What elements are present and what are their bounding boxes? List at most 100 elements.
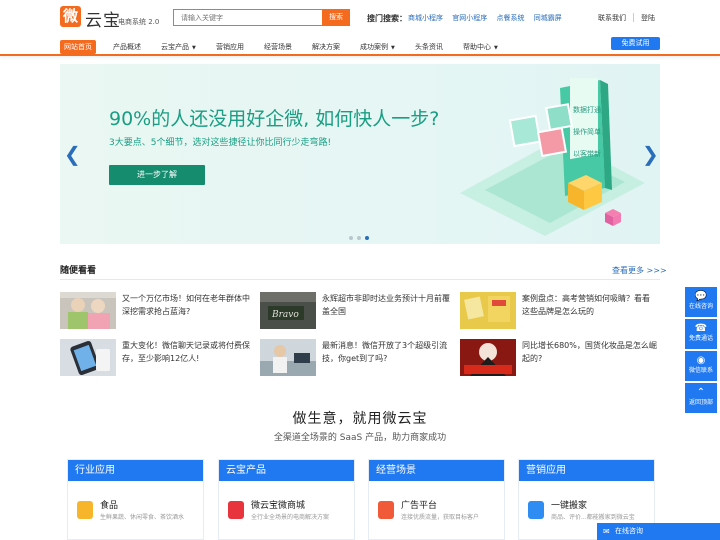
divider: [60, 279, 660, 280]
article-title[interactable]: 案例盘点：高考营销如何吸睛？看看这些品牌是怎么玩的: [522, 292, 657, 318]
side-label: 微信联系: [688, 367, 713, 374]
logo-subtitle: 电商系统 2.0: [118, 18, 160, 26]
login-link[interactable]: 登陆: [641, 13, 655, 23]
nav-item-home[interactable]: 网站首页: [60, 40, 96, 54]
side-label: 免费通话: [688, 335, 713, 342]
banner-title: 90%的人还没用好企微, 如何快人一步?: [109, 108, 440, 130]
article-thumbnail[interactable]: [260, 339, 316, 376]
banner-subtitle: 3大要点、5个细节，选对这些捷径让你比同行少走弯路!: [109, 138, 332, 148]
card-header[interactable]: 行业应用: [68, 460, 203, 481]
nav-item-solutions[interactable]: 解决方案: [312, 40, 340, 54]
side-wechat[interactable]: ◉ 微信联系: [685, 351, 717, 381]
hot-link[interactable]: 官网小程序: [452, 14, 487, 22]
nav-item-cases[interactable]: 成功案例 ▼: [360, 40, 395, 54]
side-free-call[interactable]: ☎ 免费通话: [685, 319, 717, 349]
card-header[interactable]: 营销应用: [519, 460, 654, 481]
carousel-next-icon[interactable]: ❯: [642, 144, 659, 164]
search-button[interactable]: 搜索: [322, 9, 350, 26]
contact-link[interactable]: 联系我们: [598, 13, 626, 23]
hero-banner[interactable]: 90%的人还没用好企微, 如何快人一步? 3大要点、5个细节，选对这些捷径让你比…: [60, 64, 660, 244]
phone-line: 以客带新: [573, 149, 601, 158]
learn-more-button[interactable]: 进一步了解: [109, 165, 205, 185]
article-title[interactable]: 重大变化！微信聊天记录或将付费保存，至少影响12亿人!: [122, 339, 257, 365]
section-title: 做生意，就用微云宝: [292, 411, 428, 427]
carousel-dot-active[interactable]: [365, 236, 369, 240]
solution-card[interactable]: 行业应用 食品 生鲜果蔬、休闲零食、茶饮酒水: [67, 459, 204, 540]
article-item[interactable]: Bravo 永辉超市非即时达业务预计十月前覆盖全国: [260, 292, 460, 330]
view-more-link[interactable]: 查看更多 >>>: [612, 265, 667, 276]
card-header[interactable]: 经营场景: [369, 460, 504, 481]
hot-link[interactable]: 同城霸屏: [534, 14, 562, 22]
nav-label: 成功案例: [360, 43, 388, 51]
article-thumbnail[interactable]: [460, 339, 516, 376]
carousel-dots: [349, 233, 373, 242]
card-item-name[interactable]: 一键搬家: [551, 498, 587, 511]
food-icon: [77, 501, 93, 519]
online-bar-label: 在线咨询: [615, 527, 643, 535]
top-header: 微 云宝 电商系统 2.0 搜索 搜门搜索： 商城小程序 官网小程序 点餐系统 …: [0, 0, 720, 36]
nav-label: 营销应用: [216, 43, 244, 51]
article-thumbnail[interactable]: [60, 339, 116, 376]
side-label: 在线咨询: [688, 303, 713, 310]
logo-text[interactable]: 云宝: [85, 6, 121, 31]
shop-icon: [228, 501, 244, 519]
up-arrow-icon: ⌃: [696, 387, 706, 398]
hot-search-links: 商城小程序 官网小程序 点餐系统 同城霸屏: [408, 13, 569, 23]
search-input[interactable]: [173, 9, 323, 26]
carousel-dot[interactable]: [357, 236, 361, 240]
card-item-name[interactable]: 食品: [100, 498, 118, 511]
article-item[interactable]: 同比增长680%，国货化妆品是怎么崛起的?: [460, 339, 660, 377]
divider: [633, 13, 634, 22]
article-title[interactable]: 最新消息！微信开放了3个超级引流技，你get到了吗?: [322, 339, 457, 365]
phone-line: 操作简单: [573, 127, 601, 136]
nav-label: 解决方案: [312, 43, 340, 51]
article-thumbnail[interactable]: [60, 292, 116, 329]
hot-link[interactable]: 商城小程序: [408, 14, 443, 22]
side-label: 返回顶部: [688, 399, 713, 406]
article-thumbnail[interactable]: Bravo: [260, 292, 316, 329]
article-thumbnail[interactable]: [460, 292, 516, 329]
article-item[interactable]: 重大变化！微信聊天记录或将付费保存，至少影响12亿人!: [60, 339, 260, 377]
card-header[interactable]: 云宝产品: [219, 460, 354, 481]
section-subtitle: 全渠道全场景的 SaaS 产品，助力商家成功: [273, 433, 447, 443]
solution-card[interactable]: 云宝产品 微云宝微商城 全行业全场景的电商解决方案: [218, 459, 355, 540]
carousel-dot[interactable]: [349, 236, 353, 240]
nav-label: 帮助中心: [463, 43, 491, 51]
nav-label: 经营场景: [264, 43, 292, 51]
svg-text:Bravo: Bravo: [271, 310, 299, 320]
side-float-bar: 💬 在线咨询 ☎ 免费通话 ◉ 微信联系 ⌃ 返回顶部: [685, 287, 717, 415]
chat-icon: 💬: [694, 291, 708, 302]
article-title[interactable]: 同比增长680%，国货化妆品是怎么崛起的?: [522, 339, 657, 365]
nav-label: 网站首页: [64, 43, 92, 51]
free-trial-button[interactable]: 免费试用: [611, 37, 660, 50]
article-item[interactable]: 又一个万亿市场！如何在老年群体中深挖需求抢占蓝海?: [60, 292, 260, 330]
card-item-desc: 连接优质流量，获取目标客户: [401, 514, 480, 521]
move-icon: [528, 501, 544, 519]
nav-item-news[interactable]: 头条资讯: [415, 40, 443, 54]
ad-icon: [378, 501, 394, 519]
solution-card[interactable]: 经营场景 广告平台 连接优质流量，获取目标客户: [368, 459, 505, 540]
carousel-prev-icon[interactable]: ❮: [64, 144, 81, 164]
card-item-desc: 商品、评价...都能搬家到微云宝: [551, 514, 635, 521]
article-item[interactable]: 最新消息！微信开放了3个超级引流技，你get到了吗?: [260, 339, 460, 377]
article-title[interactable]: 又一个万亿市场！如何在老年群体中深挖需求抢占蓝海?: [122, 292, 257, 318]
hot-search-label: 搜门搜索：: [367, 14, 407, 23]
article-item[interactable]: 案例盘点：高考营销如何吸睛？看看这些品牌是怎么玩的: [460, 292, 660, 330]
online-consult-bar[interactable]: ✉ 在线咨询: [597, 523, 720, 540]
caret-down-icon: ▼: [192, 45, 196, 51]
article-title[interactable]: 永辉超市非即时达业务预计十月前覆盖全国: [322, 292, 457, 318]
browse-title: 随便看看: [60, 266, 97, 276]
hot-link[interactable]: 点餐系统: [496, 14, 524, 22]
card-item-name[interactable]: 微云宝微商城: [251, 498, 305, 511]
card-item-name[interactable]: 广告平台: [401, 498, 437, 511]
nav-item-help[interactable]: 帮助中心 ▼: [463, 40, 498, 54]
nav-item-scenes[interactable]: 经营场景: [264, 40, 292, 54]
nav-item-products[interactable]: 云宝产品 ▼: [161, 40, 196, 54]
nav-item-marketing[interactable]: 营销应用: [216, 40, 244, 54]
logo-icon[interactable]: 微: [60, 6, 81, 27]
banner-illustration: 数据打通 操作简单 以客带新: [460, 78, 645, 236]
nav-item-overview[interactable]: 产品概述: [113, 40, 141, 54]
nav-label: 云宝产品: [161, 43, 189, 51]
side-back-top[interactable]: ⌃ 返回顶部: [685, 383, 717, 413]
side-online-consult[interactable]: 💬 在线咨询: [685, 287, 717, 317]
